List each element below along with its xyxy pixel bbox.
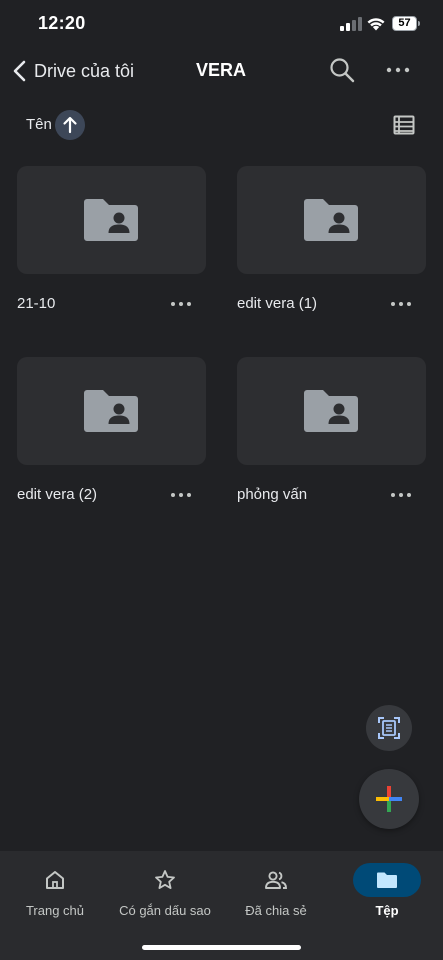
battery-tip bbox=[418, 21, 420, 26]
sort-direction-button[interactable] bbox=[55, 110, 85, 140]
home-indicator bbox=[142, 945, 301, 950]
home-icon bbox=[46, 871, 64, 889]
nav-item-home[interactable]: Trang chủ bbox=[0, 851, 110, 931]
shared-folder-icon bbox=[304, 199, 358, 241]
folder-name: edit vera (1) bbox=[237, 295, 318, 312]
folder-name: phỏng vấn bbox=[237, 486, 308, 503]
folder-thumbnail[interactable] bbox=[237, 357, 426, 465]
sort-label[interactable]: Tên bbox=[26, 116, 52, 133]
sort-row: Tên bbox=[0, 104, 443, 146]
battery-level: 57 bbox=[398, 17, 411, 29]
folder-name: 21-10 bbox=[17, 295, 56, 312]
folder-icon bbox=[377, 872, 397, 888]
more-options-icon[interactable] bbox=[168, 294, 194, 314]
folder-card[interactable]: edit vera (2) bbox=[17, 357, 206, 527]
search-icon[interactable] bbox=[328, 56, 356, 84]
shared-folder-icon bbox=[84, 390, 138, 432]
more-options-icon[interactable] bbox=[388, 294, 414, 314]
nav-icon-container bbox=[131, 863, 199, 897]
folder-thumbnail[interactable] bbox=[17, 357, 206, 465]
new-button[interactable] bbox=[359, 769, 419, 829]
folder-name: edit vera (2) bbox=[17, 486, 98, 503]
status-bar: 12:20 57 bbox=[0, 0, 443, 46]
star-icon bbox=[155, 870, 175, 889]
folder-card[interactable]: 21-10 bbox=[17, 166, 206, 336]
status-time: 12:20 bbox=[38, 13, 86, 33]
document-scan-icon bbox=[378, 717, 400, 739]
nav-icon-container bbox=[242, 863, 310, 897]
more-options-icon[interactable] bbox=[168, 485, 194, 505]
cellular-signal-icon bbox=[340, 17, 362, 31]
battery-indicator: 57 bbox=[392, 16, 420, 31]
nav-item-files[interactable]: Tệp bbox=[332, 851, 442, 931]
more-options-icon[interactable] bbox=[388, 485, 414, 505]
nav-icon-container bbox=[21, 863, 89, 897]
shared-folder-icon bbox=[84, 199, 138, 241]
scan-button[interactable] bbox=[366, 705, 412, 751]
list-view-icon[interactable] bbox=[393, 114, 415, 136]
page-title: VERA bbox=[195, 60, 246, 80]
wifi-icon bbox=[367, 18, 385, 31]
shared-folder-icon bbox=[304, 390, 358, 432]
folder-card[interactable]: edit vera (1) bbox=[237, 166, 426, 336]
arrow-up-icon bbox=[63, 116, 77, 134]
nav-label: Tệp bbox=[375, 903, 399, 918]
folder-thumbnail[interactable] bbox=[237, 166, 426, 274]
plus-icon bbox=[376, 786, 402, 812]
bottom-navigation: Trang chủ Có gắn dấu sao Đã chia sẻ Tệp bbox=[0, 851, 443, 960]
folder-card[interactable]: phỏng vấn bbox=[237, 357, 426, 527]
nav-active-indicator bbox=[353, 863, 421, 897]
chevron-left-icon bbox=[13, 60, 26, 82]
people-icon bbox=[265, 871, 287, 889]
more-options-icon[interactable] bbox=[384, 58, 412, 82]
nav-item-shared[interactable]: Đã chia sẻ bbox=[221, 851, 331, 931]
back-button[interactable]: Drive của tôi bbox=[10, 55, 134, 87]
nav-item-starred[interactable]: Có gắn dấu sao bbox=[110, 851, 220, 931]
back-label: Drive của tôi bbox=[34, 60, 135, 81]
top-app-bar: Drive của tôi VERA bbox=[0, 46, 443, 96]
folder-thumbnail[interactable] bbox=[17, 166, 206, 274]
